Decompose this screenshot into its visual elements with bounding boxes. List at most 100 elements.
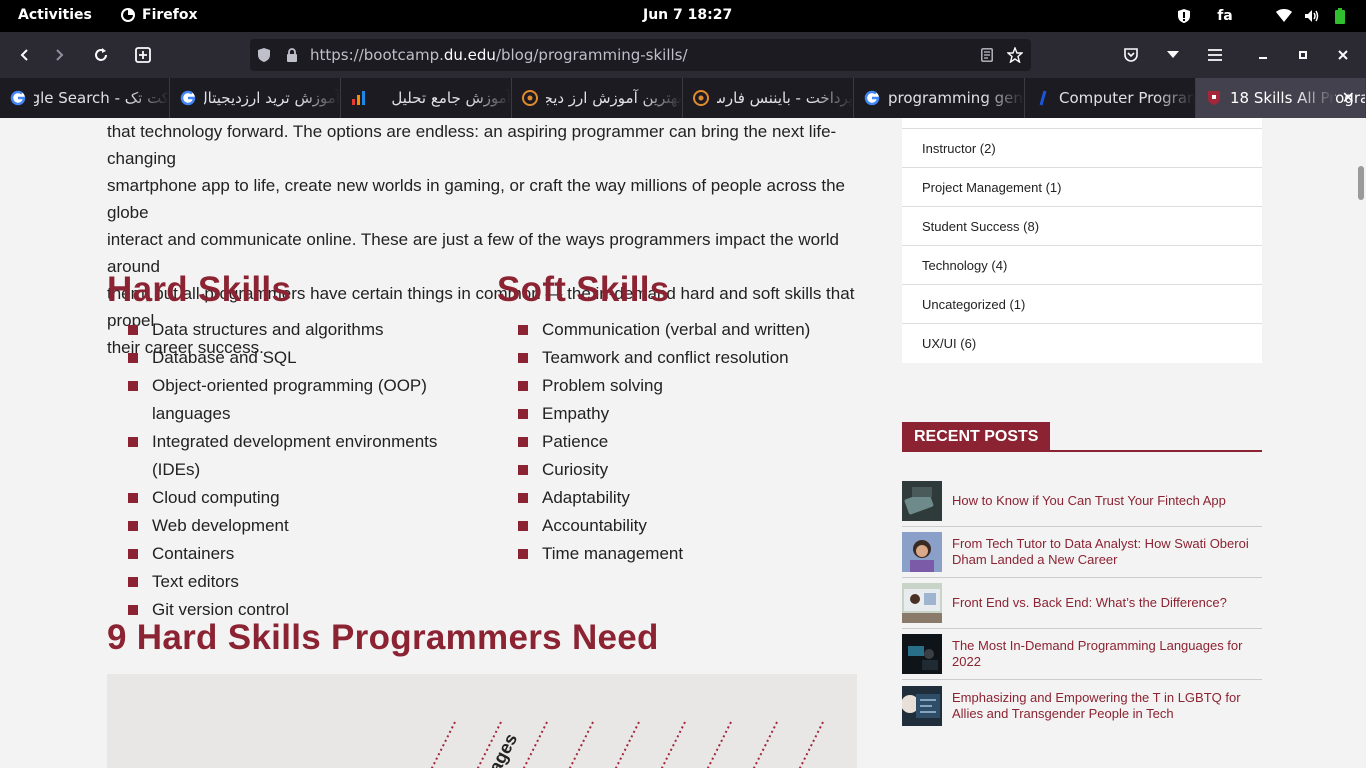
post-title-link[interactable]: Emphasizing and Empowering the T in LGBT…: [952, 690, 1262, 722]
tab-strip: کت تک - Google Search آموزش ترید ارزدیجی…: [0, 78, 1366, 118]
tab-crypto-trading[interactable]: آموزش ترید ارزدیجیتال: [170, 78, 341, 118]
list-item: Patience: [497, 428, 857, 456]
lock-icon[interactable]: [286, 48, 298, 62]
soft-skills-heading: Soft Skills: [497, 270, 670, 309]
tab-programming-search[interactable]: programming general: [854, 78, 1025, 118]
list-item: Cloud computing: [107, 484, 487, 512]
forward-button[interactable]: [44, 40, 74, 70]
post-thumbnail[interactable]: [902, 532, 942, 572]
category-link[interactable]: Uncategorized (1): [902, 285, 1262, 324]
downloads-button[interactable]: [1158, 40, 1188, 70]
minimize-button[interactable]: [1248, 40, 1278, 70]
back-arrow-icon: [20, 49, 28, 61]
du-icon: [1208, 91, 1220, 105]
keyboard-layout: fa: [1217, 8, 1233, 24]
list-item: Curiosity: [497, 456, 857, 484]
list-item: Adaptability: [497, 484, 857, 512]
recent-post[interactable]: How to Know if You Can Trust Your Fintec…: [902, 476, 1262, 527]
list-item: Empathy: [497, 400, 857, 428]
tab-computer-programming[interactable]: Computer Programming: [1025, 78, 1196, 118]
system-top-bar: Activities Firefox Jun 7 18:27 fa: [0, 0, 1366, 32]
page-content: that technology forward. The options are…: [0, 118, 1366, 768]
activities-button[interactable]: Activities: [18, 7, 92, 23]
pocket-button[interactable]: [1116, 40, 1146, 70]
list-item: Database and SQL: [107, 344, 487, 372]
url-text[interactable]: https://bootcamp.du.edu/blog/programming…: [310, 46, 688, 64]
google-icon: [864, 90, 880, 106]
recent-post[interactable]: Emphasizing and Empowering the T in LGBT…: [902, 680, 1262, 731]
recent-post[interactable]: The Most In-Demand Programming Languages…: [902, 629, 1262, 680]
reload-icon: [95, 48, 107, 61]
list-item: Integrated development environments (IDE…: [107, 428, 487, 484]
hard-skills-list: Hard Skills Data structures and algorith…: [107, 270, 487, 624]
wifi-icon: [1274, 9, 1294, 23]
close-icon: [1338, 50, 1348, 60]
categories-list: Instructor (2) Project Management (1) St…: [902, 118, 1262, 363]
back-button[interactable]: [10, 40, 40, 70]
maximize-icon: [1299, 51, 1307, 59]
chevron-down-icon: [1167, 51, 1179, 58]
maximize-button[interactable]: [1288, 40, 1318, 70]
close-tab-icon[interactable]: ✕: [1342, 88, 1355, 107]
app-menu[interactable]: Firefox: [120, 7, 198, 23]
category-link[interactable]: UX/UI (6): [902, 324, 1262, 363]
reader-view-icon[interactable]: [981, 48, 993, 62]
skills-infographic: ages: [107, 674, 857, 768]
clock[interactable]: Jun 7 18:27: [643, 7, 732, 23]
hard-skills-heading: Hard Skills: [107, 270, 292, 309]
recent-post[interactable]: From Tech Tutor to Data Analyst: How Swa…: [902, 527, 1262, 578]
app-name: Firefox: [142, 7, 198, 23]
list-item: Containers: [107, 540, 487, 568]
category-link[interactable]: Instructor (2): [902, 129, 1262, 168]
minimize-icon: [1259, 57, 1267, 59]
reload-button[interactable]: [86, 40, 116, 70]
list-item: Accountability: [497, 512, 857, 540]
browser-toolbar: https://bootcamp.du.edu/blog/programming…: [0, 32, 1366, 78]
recent-posts-title: RECENT POSTS: [902, 422, 1051, 452]
category-link[interactable]: Technology (4): [902, 246, 1262, 285]
tab-best-tutorial[interactable]: بهترین آموزش ارز دیجیتال: [512, 78, 683, 118]
soft-skills-list: Soft Skills Communication (verbal and wr…: [497, 270, 857, 568]
url-bar[interactable]: https://bootcamp.du.edu/blog/programming…: [250, 39, 1031, 71]
new-tab-button[interactable]: [128, 40, 158, 70]
post-thumbnail[interactable]: [902, 634, 942, 674]
post-thumbnail[interactable]: [902, 481, 942, 521]
category-divider: [902, 118, 1262, 129]
forward-arrow-icon: [56, 49, 64, 61]
list-item: Web development: [107, 512, 487, 540]
plus-box-icon: [135, 47, 151, 63]
tracking-shield-icon[interactable]: [258, 48, 270, 62]
close-window-button[interactable]: [1328, 40, 1358, 70]
site-icon: [522, 90, 538, 106]
category-link[interactable]: Student Success (8): [902, 207, 1262, 246]
tab-google-search[interactable]: کت تک - Google Search: [0, 78, 170, 118]
post-title-link[interactable]: Front End vs. Back End: What’s the Diffe…: [952, 595, 1227, 611]
list-item: Text editors: [107, 568, 487, 596]
tab-analysis[interactable]: آموزش جامع تحلیل: [341, 78, 512, 118]
tab-18-skills[interactable]: 18 Skills All Programmers ✕: [1196, 78, 1366, 118]
section-heading: 9 Hard Skills Programmers Need: [107, 618, 659, 657]
recent-posts-header: RECENT POSTS: [902, 422, 1262, 452]
bookmark-star-icon[interactable]: [1007, 47, 1023, 63]
post-title-link[interactable]: How to Know if You Can Trust Your Fintec…: [952, 493, 1226, 509]
list-item: Communication (verbal and written): [497, 316, 857, 344]
battery-icon: [1330, 8, 1350, 24]
tab-binance-payment[interactable]: پرداخت - بایننس فارسی: [683, 78, 854, 118]
post-thumbnail[interactable]: [902, 685, 942, 726]
post-title-link[interactable]: The Most In-Demand Programming Languages…: [952, 638, 1262, 670]
shield-icon: [1172, 8, 1196, 24]
menu-button[interactable]: [1200, 40, 1230, 70]
site-icon: [693, 90, 709, 106]
list-item: Time management: [497, 540, 857, 568]
intro-line: that technology forward. The options are…: [107, 122, 837, 168]
category-link[interactable]: Project Management (1): [902, 168, 1262, 207]
post-thumbnail[interactable]: [902, 583, 942, 623]
recent-post[interactable]: Front End vs. Back End: What’s the Diffe…: [902, 578, 1262, 629]
page-scrollbar[interactable]: [1358, 166, 1364, 200]
post-title-link[interactable]: From Tech Tutor to Data Analyst: How Swa…: [952, 536, 1262, 568]
chart-icon: [352, 91, 365, 105]
list-item: Teamwork and conflict resolution: [497, 344, 857, 372]
list-item: Problem solving: [497, 372, 857, 400]
infographic-label: ages: [485, 730, 521, 768]
system-tray[interactable]: fa: [1172, 0, 1366, 32]
